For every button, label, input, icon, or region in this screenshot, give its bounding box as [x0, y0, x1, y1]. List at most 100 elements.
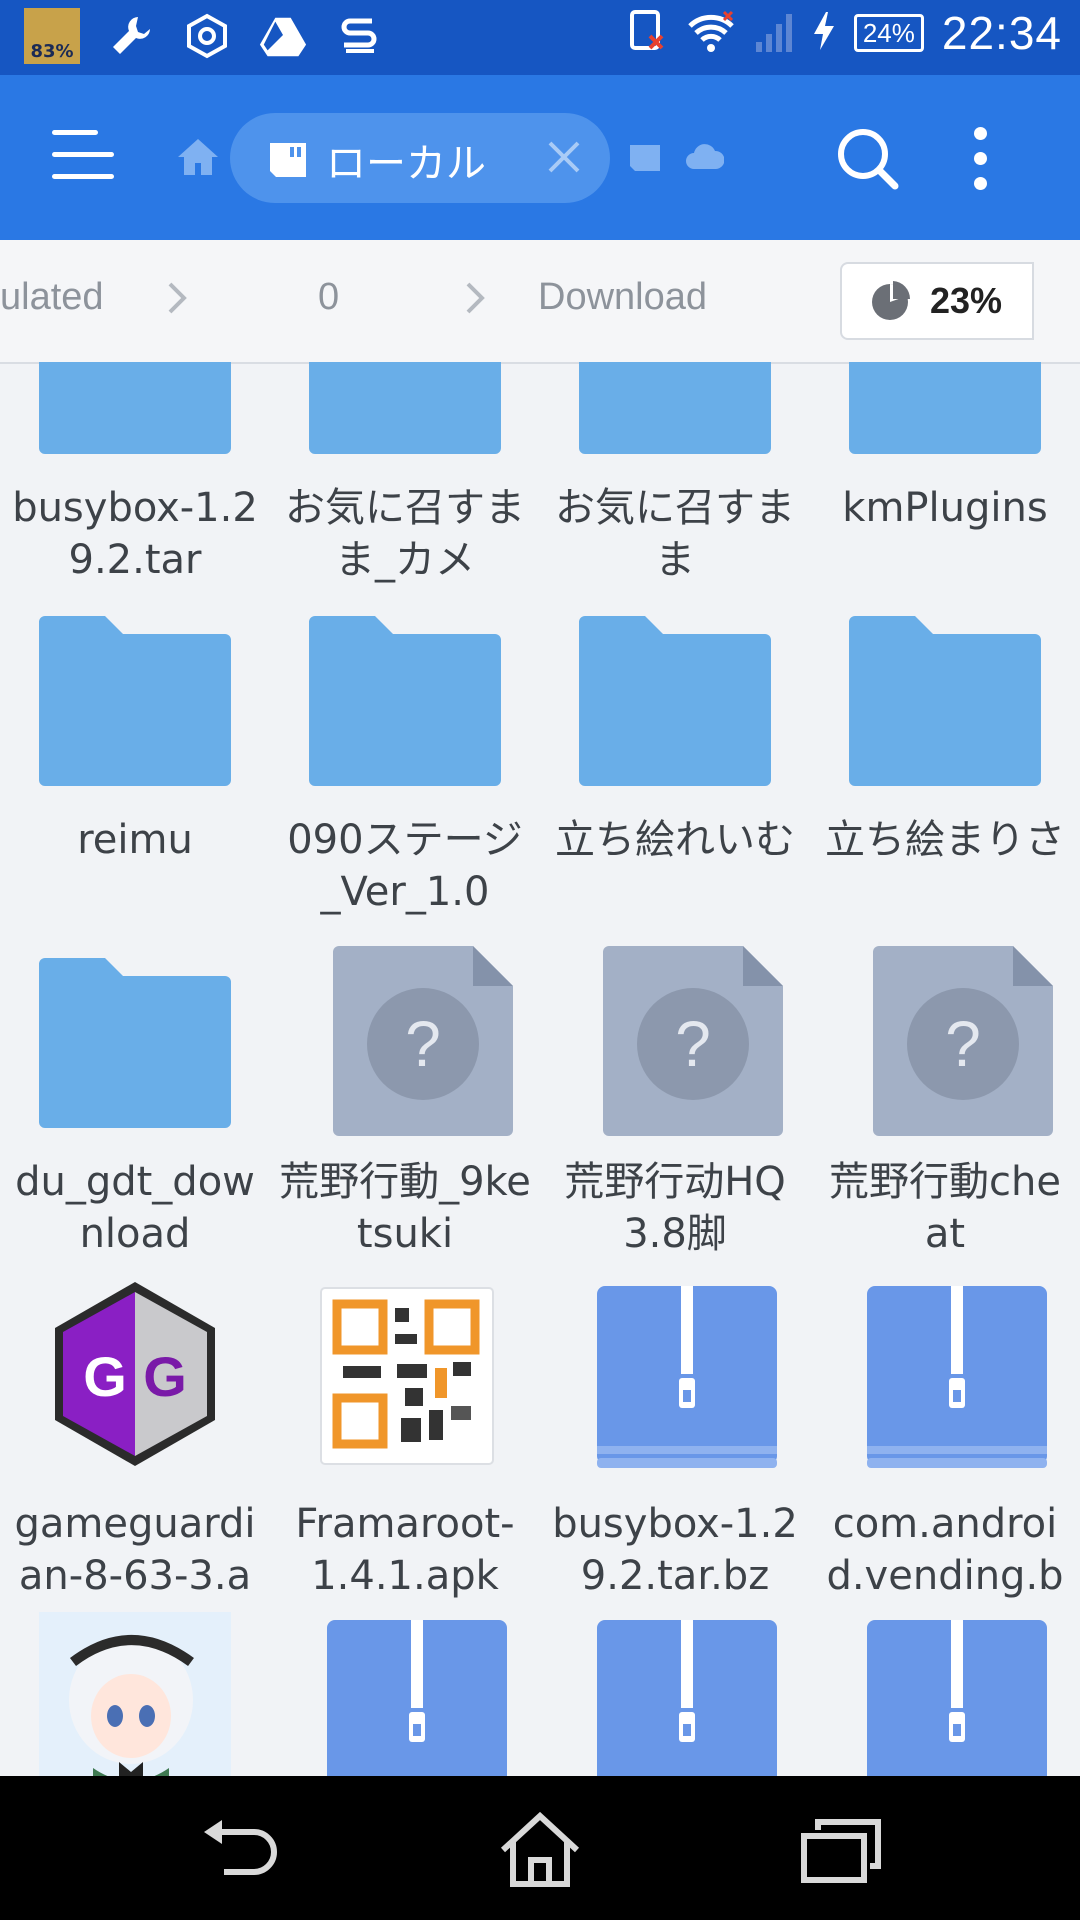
archive-icon	[579, 1278, 777, 1470]
storage-usage-button[interactable]: 23%	[840, 262, 1034, 340]
sim-error-icon	[628, 8, 668, 58]
file-name: 荒野行动HQ3.8脚	[564, 1159, 786, 1257]
file-name: 立ち絵まりさ	[825, 817, 1065, 863]
folder-icon	[39, 936, 231, 1128]
grid-row: busybox-1.29.2.tar お気に召すまま_カメ お気に召すまま km…	[0, 362, 1080, 604]
search-icon[interactable]	[836, 127, 900, 191]
wifi-icon	[686, 8, 736, 58]
status-bar: 83% 24% 22:34	[0, 0, 1080, 75]
wrench-icon	[106, 11, 156, 61]
grid-item[interactable]: du_gdt_download	[0, 936, 270, 1278]
unknown-file-icon: ?	[849, 936, 1053, 1136]
file-name: du_gdt_download	[15, 1159, 255, 1257]
grid-item[interactable]: お気に召すまま_カメ	[270, 362, 540, 604]
grid-row	[0, 1612, 1080, 1776]
grid-item[interactable]: ? 荒野行動cheat	[810, 936, 1080, 1278]
archive-icon	[579, 1612, 777, 1776]
folder-icon	[39, 362, 231, 454]
svg-text:?: ?	[405, 1008, 441, 1080]
s-logo-icon	[334, 11, 384, 61]
folder-icon	[309, 362, 501, 454]
cloud-icon[interactable]	[684, 141, 725, 175]
charging-icon	[812, 8, 836, 58]
file-name: busybox-1.29.2.tar.bz	[552, 1501, 798, 1599]
grid-item[interactable]: ? 荒野行动HQ3.8脚	[540, 936, 810, 1278]
file-name: kmPlugins	[842, 485, 1048, 531]
menu-icon[interactable]	[52, 130, 114, 180]
breadcrumb-item[interactable]: 0	[318, 276, 339, 319]
close-icon[interactable]	[544, 137, 584, 177]
file-grid: busybox-1.29.2.tar お気に召すまま_カメ お気に召すまま km…	[0, 362, 1080, 1776]
svg-text:G: G	[143, 1345, 187, 1408]
breadcrumb: ulated 0 Download 23%	[0, 240, 1080, 364]
file-name: gameguardian-8-63-3.a	[14, 1501, 256, 1599]
grid-item[interactable]: busybox-1.29.2.tar.bz	[540, 1278, 810, 1620]
hexagon-icon	[182, 11, 232, 61]
grid-item[interactable]	[0, 1612, 270, 1776]
file-name: 荒野行動cheat	[829, 1159, 1061, 1257]
game-guardian-icon: GG	[39, 1278, 231, 1470]
back-icon[interactable]	[196, 1810, 286, 1890]
file-name: お気に召すまま_カメ	[285, 485, 525, 583]
file-name: 立ち絵れいむ	[555, 817, 795, 863]
image-thumbnail-icon	[39, 1612, 231, 1776]
file-name: 090ステージ_Ver_1.0	[287, 817, 523, 915]
navigation-bar	[0, 1776, 1080, 1920]
folder-icon	[39, 594, 231, 786]
grid-item[interactable]: お気に召すまま	[540, 362, 810, 604]
grid-row: GG gameguardian-8-63-3.a Framaroot-1.4.1…	[0, 1278, 1080, 1620]
file-name: busybox-1.29.2.tar	[12, 485, 258, 583]
file-name: reimu	[77, 817, 193, 863]
grid-item[interactable]: busybox-1.29.2.tar	[0, 362, 270, 604]
grid-item[interactable]: ? 荒野行動_9ketsuki	[270, 936, 540, 1278]
grid-item[interactable]: kmPlugins	[810, 362, 1080, 604]
grid-item[interactable]: GG gameguardian-8-63-3.a	[0, 1278, 270, 1620]
unknown-file-icon: ?	[579, 936, 783, 1136]
storage-percent: 23%	[930, 280, 1003, 321]
grid-item[interactable]: 090ステージ_Ver_1.0	[270, 594, 540, 936]
grid-item[interactable]	[540, 1612, 810, 1776]
home-nav-icon[interactable]	[495, 1810, 585, 1890]
archive-icon	[849, 1278, 1047, 1470]
network-storage-icon[interactable]	[626, 143, 664, 177]
unknown-file-icon: ?	[309, 936, 513, 1136]
qr-code-icon	[309, 1278, 501, 1470]
grid-item[interactable]: 立ち絵まりさ	[810, 594, 1080, 936]
breadcrumb-item[interactable]: ulated	[0, 276, 104, 319]
archive-icon	[849, 1612, 1047, 1776]
battery-icon: 24%	[853, 14, 924, 52]
more-vert-icon[interactable]	[968, 127, 992, 191]
recents-icon[interactable]	[796, 1810, 886, 1890]
chevron-right-icon	[464, 280, 488, 316]
grid-item[interactable]	[270, 1612, 540, 1776]
grid-row: du_gdt_download ? 荒野行動_9ketsuki ? 荒野行动HQ…	[0, 936, 1080, 1278]
toolbar: ローカル	[0, 75, 1080, 240]
app-badge-icon: 83%	[24, 8, 80, 64]
file-name: 荒野行動_9ketsuki	[279, 1159, 531, 1257]
home-icon[interactable]	[176, 135, 220, 179]
file-name: お気に召すまま	[555, 485, 795, 583]
svg-text:G: G	[83, 1345, 127, 1408]
drive-icon	[258, 11, 308, 61]
grid-item[interactable]: reimu	[0, 594, 270, 936]
grid-item[interactable]	[810, 1612, 1080, 1776]
grid-item[interactable]: 立ち絵れいむ	[540, 594, 810, 936]
breadcrumb-item[interactable]: Download	[538, 276, 707, 319]
folder-icon	[849, 362, 1041, 454]
folder-icon	[309, 594, 501, 786]
grid-item[interactable]: Framaroot-1.4.1.apk	[270, 1278, 540, 1620]
chevron-right-icon	[166, 280, 190, 316]
folder-icon	[579, 594, 771, 786]
battery-percent: 24%	[853, 14, 924, 52]
clock: 22:34	[941, 7, 1062, 59]
folder-icon	[579, 362, 771, 454]
grid-item[interactable]: com.android.vending.b	[810, 1278, 1080, 1620]
tab-label: ローカル	[326, 141, 486, 187]
tab-local[interactable]: ローカル	[230, 113, 610, 203]
svg-text:?: ?	[945, 1008, 981, 1080]
pie-chart-icon	[868, 278, 912, 326]
folder-icon	[849, 594, 1041, 786]
file-name: Framaroot-1.4.1.apk	[295, 1501, 515, 1599]
signal-icon	[754, 8, 794, 58]
archive-icon	[309, 1612, 507, 1776]
